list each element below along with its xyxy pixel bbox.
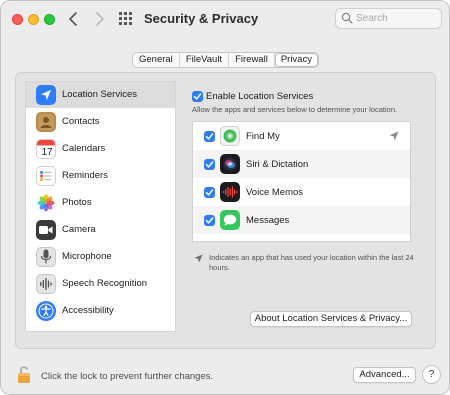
sidebar-item-calendars[interactable]: 17 Calendars <box>26 136 175 162</box>
checkmark-icon <box>205 161 214 168</box>
app-checkbox[interactable] <box>204 215 215 226</box>
sidebar-item-microphone[interactable]: Microphone <box>26 244 175 270</box>
location-app-list[interactable]: Find My Siri & Dictation Voice Memos Mes… <box>192 121 411 242</box>
help-button[interactable]: ? <box>422 365 441 384</box>
photos-icon <box>36 193 56 213</box>
location-description: Allow the apps and services below to det… <box>192 105 398 114</box>
sidebar-item-label: Photos <box>62 197 92 208</box>
tab-filevault[interactable]: FileVault <box>180 53 230 67</box>
recent-location-arrow-icon <box>389 131 399 141</box>
sidebar-item-label: Contacts <box>62 116 100 127</box>
zoom-window-button[interactable] <box>44 14 55 25</box>
tab-general[interactable]: General <box>133 53 180 67</box>
app-checkbox[interactable] <box>204 159 215 170</box>
back-button[interactable] <box>65 10 83 28</box>
about-location-services-button[interactable]: About Location Services & Privacy... <box>250 311 412 327</box>
app-name: Voice Memos <box>246 187 304 198</box>
privacy-category-list[interactable]: Location Services Contacts 17 Calendars <box>25 81 176 332</box>
tab-privacy[interactable]: Privacy <box>274 53 318 67</box>
location-arrow-icon <box>36 85 56 105</box>
app-row-find-my[interactable]: Find My <box>193 122 410 150</box>
recent-location-arrow-icon <box>194 254 203 263</box>
speech-recognition-icon <box>36 274 56 294</box>
calendar-day: 17 <box>41 147 53 158</box>
app-row-messages[interactable]: Messages <box>193 206 410 234</box>
security-privacy-window: Security & Privacy General FileVault Fir… <box>0 0 450 395</box>
sidebar-item-label: Accessibility <box>62 305 114 316</box>
title-bar: Security & Privacy <box>1 1 449 39</box>
microphone-icon <box>36 247 56 267</box>
voice-memos-icon <box>220 182 240 202</box>
search-input[interactable] <box>356 11 438 26</box>
siri-icon <box>220 154 240 174</box>
sidebar-item-reminders[interactable]: Reminders <box>26 163 175 189</box>
app-checkbox[interactable] <box>204 131 215 142</box>
sidebar-item-accessibility[interactable]: Accessibility <box>26 298 175 324</box>
sidebar-item-label: Calendars <box>62 143 106 154</box>
app-row-voice-memos[interactable]: Voice Memos <box>193 178 410 206</box>
checkmark-icon <box>205 189 214 196</box>
minimize-window-button[interactable] <box>28 14 39 25</box>
checkmark-icon <box>205 217 214 224</box>
camera-icon <box>36 220 56 240</box>
show-all-button[interactable] <box>119 12 133 26</box>
app-name: Find My <box>246 131 280 142</box>
contacts-icon <box>36 112 56 132</box>
window-title: Security & Privacy <box>144 11 259 26</box>
enable-location-services-checkbox[interactable] <box>192 91 203 102</box>
sidebar-item-contacts[interactable]: Contacts <box>26 109 175 135</box>
reminders-icon <box>36 166 56 186</box>
chevron-left-icon <box>69 12 77 26</box>
accessibility-icon <box>36 301 56 321</box>
sidebar-item-label: Reminders <box>62 170 108 181</box>
sidebar-item-label: Speech Recognition <box>62 278 148 289</box>
tab-bar: General FileVault Firewall Privacy <box>132 52 319 68</box>
sidebar-item-label: Camera <box>62 224 96 235</box>
advanced-button[interactable]: Advanced... <box>353 367 416 383</box>
sidebar-item-label: Microphone <box>62 251 112 262</box>
app-name: Messages <box>246 215 290 226</box>
lock-open-icon <box>18 366 30 383</box>
app-checkbox[interactable] <box>204 187 215 198</box>
sidebar-item-label: Location Services <box>62 89 137 100</box>
find-my-icon <box>220 126 240 146</box>
checkmark-icon <box>193 93 202 100</box>
checkmark-icon <box>205 133 214 140</box>
messages-icon <box>220 210 240 230</box>
tab-firewall[interactable]: Firewall <box>229 53 275 67</box>
chevron-right-icon <box>96 12 104 26</box>
lock-button[interactable] <box>16 365 34 390</box>
recent-use-note: Indicates an app that has used your loca… <box>209 253 414 272</box>
sidebar-item-camera[interactable]: Camera <box>26 217 175 243</box>
search-field[interactable] <box>335 8 442 29</box>
search-icon <box>341 12 353 24</box>
forward-button[interactable] <box>90 10 108 28</box>
sidebar-item-speech-recognition[interactable]: Speech Recognition <box>26 271 175 297</box>
app-row-siri-dictation[interactable]: Siri & Dictation <box>193 150 410 178</box>
sidebar-item-location-services[interactable]: Location Services <box>26 82 175 108</box>
close-window-button[interactable] <box>12 14 23 25</box>
enable-location-services-label: Enable Location Services <box>206 91 314 102</box>
app-name: Siri & Dictation <box>246 159 309 170</box>
calendar-icon: 17 <box>36 139 56 159</box>
lock-status-text: Click the lock to prevent further change… <box>41 371 214 382</box>
sidebar-item-photos[interactable]: Photos <box>26 190 175 216</box>
